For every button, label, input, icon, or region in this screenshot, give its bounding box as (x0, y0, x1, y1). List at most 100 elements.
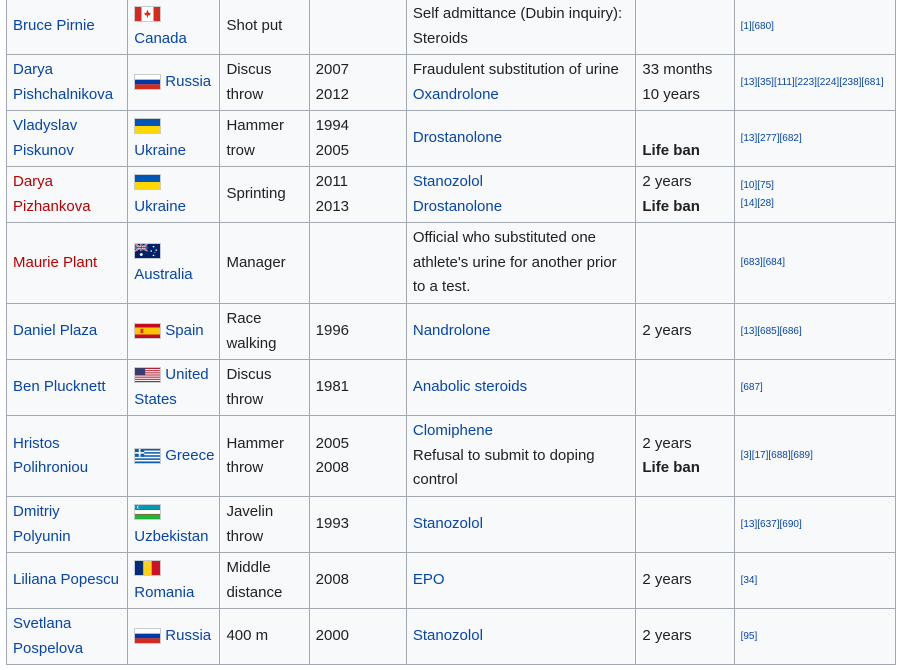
substance-link[interactable]: Stanozolol (413, 512, 630, 537)
event-text: 400 m (226, 627, 269, 645)
substance-cell: Official who substituted one athlete's ur… (405, 222, 637, 304)
athlete-name-cell: Vladyslav Piskunov (5, 110, 129, 167)
year-text: 2013 (315, 197, 350, 215)
ban-cell (635, 496, 735, 553)
athlete-name-link[interactable]: Liliana Popescu (13, 571, 119, 588)
substance-cell: Stanozolol (405, 496, 637, 553)
athlete-name-link[interactable]: Dmitriy Polyunin (13, 503, 71, 545)
reference-link[interactable]: [13][277][682] (741, 130, 889, 148)
event-cell: Sprinting (219, 166, 310, 223)
table-row: Darya Pishchalnikova Russia Discus throw 200… (5, 54, 897, 111)
australia-flag-icon (134, 242, 162, 259)
reference-link[interactable]: [683][684] (741, 254, 889, 272)
references-cell: [10][75] [14][28] (733, 166, 897, 223)
athlete-name-link[interactable]: Svetlana Pospelova (13, 615, 83, 657)
reference-link[interactable]: [13][35][111][223][224][238][681] (741, 74, 889, 92)
country-link[interactable]: Spain (165, 322, 203, 339)
athlete-name-cell: Darya Pizhankova (5, 166, 129, 223)
athlete-name-link[interactable]: Maurie Plant (13, 254, 97, 271)
russia-flag-icon (134, 74, 162, 91)
substance-link[interactable]: EPO (413, 568, 630, 593)
country-link[interactable]: Romania (134, 584, 194, 601)
reference-link[interactable]: [687] (741, 379, 889, 397)
ban-cell: Life ban (635, 110, 735, 167)
references-cell: [3][17][688][689] (733, 415, 897, 497)
year-cell: 1993 (308, 496, 407, 553)
substance-cell: Fraudulent substitution of urine Oxandrol… (405, 54, 637, 111)
country-cell: Ukraine (127, 110, 221, 167)
event-cell: Middle distance (219, 552, 310, 609)
substance-cell: Anabolic steroids (405, 359, 637, 416)
substance-link[interactable]: Nandrolone (413, 319, 630, 344)
table-row: Liliana Popescu Romania Middle distance 2008… (5, 552, 897, 609)
doping-cases-table: Bruce Pirnie Canada Shot put Self admittanc… (5, 0, 897, 665)
athlete-name-link[interactable]: Bruce Pirnie (13, 17, 95, 34)
substance-link[interactable]: Stanozolol (413, 624, 630, 649)
table-row: Hristos Polihroniou Greece Hammer throw 2005… (5, 415, 897, 497)
country-cell: Russia (127, 608, 221, 665)
event-cell: 400 m (219, 608, 310, 665)
event-text: walking (226, 334, 277, 352)
reference-link[interactable]: [3][17][688][689] (741, 447, 889, 465)
russia-flag-icon (134, 628, 162, 645)
reference-link[interactable]: [34] (741, 572, 889, 590)
athlete-name-cell: Hristos Polihroniou (5, 415, 129, 497)
athlete-name-link[interactable]: Vladyslav Piskunov (13, 117, 77, 159)
reference-link[interactable]: [10][75] (741, 177, 889, 195)
ban-text: Life ban (642, 197, 700, 215)
ban-text: 2 years (642, 173, 692, 190)
year-text: 1994 (315, 117, 350, 134)
athlete-name-cell: Darya Pishchalnikova (5, 54, 129, 111)
reference-link[interactable]: [13][637][690] (741, 516, 889, 534)
substance-cell: Clomiphene Refusal to submit to doping con… (405, 415, 637, 497)
ban-text: 10 years (642, 85, 700, 103)
reference-link[interactable]: [95] (741, 628, 889, 646)
athlete-name-cell: Dmitriy Polyunin (5, 496, 129, 553)
country-link[interactable]: Canada (134, 30, 187, 47)
substance-link[interactable]: Stanozolol (413, 170, 630, 195)
country-link[interactable]: Ukraine (134, 142, 186, 159)
substance-text: control (412, 471, 458, 489)
ban-cell (635, 0, 735, 55)
country-link[interactable]: Ukraine (134, 198, 186, 215)
substance-cell: Stanozolol Drostanolone (405, 166, 637, 223)
reference-link[interactable]: [14][28] (741, 195, 889, 213)
athlete-name-link[interactable]: Ben Plucknett (13, 378, 106, 395)
ban-cell: 2 years Life ban (635, 166, 735, 223)
reference-link[interactable]: [13][685][686] (741, 323, 889, 341)
country-cell: Spain (127, 303, 221, 360)
athlete-name-link[interactable]: Darya Pishchalnikova (13, 61, 113, 103)
year-text: 2005 (315, 434, 350, 452)
event-text: Discus (226, 61, 272, 78)
ban-text: Life ban (642, 141, 700, 159)
ban-text: 2 years (642, 322, 692, 340)
event-text: Hammer (226, 434, 284, 452)
country-link[interactable]: Russia (165, 73, 211, 90)
event-cell: Hammer trow (219, 110, 310, 167)
country-link[interactable]: Russia (165, 627, 211, 644)
country-link[interactable]: Uzbekistan (134, 528, 208, 545)
spain-flag-icon (134, 323, 162, 340)
country-link[interactable]: Greece (165, 447, 214, 464)
athlete-name-link[interactable]: Daniel Plaza (13, 322, 97, 339)
country-link[interactable]: Australia (134, 266, 192, 283)
substance-link[interactable]: Drostanolone (413, 126, 630, 151)
year-cell: 1981 (308, 359, 407, 416)
substance-link[interactable]: Anabolic steroids (413, 375, 630, 400)
country-cell: Australia (127, 222, 221, 304)
athlete-name-link[interactable]: Hristos Polihroniou (13, 435, 88, 477)
reference-link[interactable]: [1][680] (741, 18, 889, 36)
ban-cell: 2 years (635, 303, 735, 360)
event-cell: Hammer throw (219, 415, 310, 497)
references-cell: [1][680] (733, 0, 897, 55)
references-cell: [13][685][686] (733, 303, 897, 360)
substance-text: Fraudulent substitution of urine (412, 61, 619, 78)
substance-link[interactable]: Drostanolone (413, 195, 630, 220)
athlete-name-link[interactable]: Darya Pizhankova (13, 173, 91, 215)
year-text: 2005 (315, 141, 350, 159)
substance-link[interactable]: Oxandrolone (413, 83, 630, 108)
event-cell: Shot put (219, 0, 310, 55)
substance-cell: Self admittance (Dubin inquiry): Steroids (405, 0, 637, 55)
substance-link[interactable]: Clomiphene (413, 419, 630, 444)
ban-text: 2 years (642, 627, 692, 645)
